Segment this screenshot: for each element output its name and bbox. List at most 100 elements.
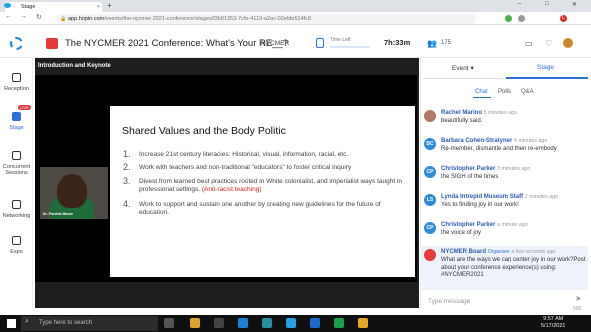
message-text: the voice of joy: [441, 230, 482, 236]
sidebar-item-expo[interactable]: Expo: [0, 236, 33, 255]
sessions-icon: [12, 151, 21, 160]
organiser-badge: Organiser: [487, 249, 510, 255]
search-icon: ⌕: [25, 318, 29, 325]
hopin-favicon-icon: [4, 3, 11, 8]
clock-time: 9:57 AM: [543, 316, 564, 322]
sidebar-item-stage[interactable]: Stage: [0, 112, 33, 131]
mail-icon[interactable]: [214, 318, 224, 328]
tab-event[interactable]: Event ▾: [452, 64, 474, 72]
tab-polls[interactable]: Polls: [498, 89, 511, 95]
slide-point-number: 4.: [123, 199, 131, 209]
stage-name: NYCMER: [261, 40, 290, 47]
message-header: Barbara Cohen-Stratyner 4 minutes ago: [441, 138, 547, 144]
message-text: Yes to finding joy in our work!: [441, 202, 519, 208]
message-author[interactable]: NYCMER Board: [441, 249, 486, 255]
message-author[interactable]: Barbara Cohen-Stratyner: [441, 138, 512, 144]
active-tab-indicator: [506, 77, 588, 79]
url-field[interactable]: app.hopin.com/events/the-nycmer-2021-con…: [56, 14, 476, 24]
user-avatar[interactable]: [563, 38, 573, 48]
task-view-icon[interactable]: [164, 318, 174, 328]
teams-icon[interactable]: [238, 318, 248, 328]
slide-point: Work with teachers and non-traditional "…: [139, 164, 352, 171]
tab-chat[interactable]: Chat: [475, 89, 488, 95]
sidebar-item-reception[interactable]: Reception: [0, 73, 33, 92]
home-icon: [12, 73, 21, 82]
sidebar-item-label: Expo: [10, 249, 23, 255]
speaker-name: Dr. Porchia Moore: [43, 212, 73, 216]
slide-title: Shared Values and the Body Politic: [122, 125, 286, 137]
maximize-icon[interactable]: □: [545, 1, 549, 7]
excel-icon[interactable]: [334, 318, 344, 328]
avatar: BC: [424, 138, 436, 150]
extensions-menu-icon[interactable]: [518, 15, 525, 22]
message-text: the SIGH of the times: [441, 174, 499, 180]
close-window-icon[interactable]: ✕: [572, 1, 577, 8]
tab-stage[interactable]: Stage: [537, 64, 554, 71]
tab-qa[interactable]: Q&A: [521, 89, 534, 95]
tab-divider: [423, 78, 503, 79]
live-badge: LIVE: [18, 105, 31, 110]
extension-icon[interactable]: [505, 15, 512, 22]
word-icon[interactable]: [310, 318, 320, 328]
store-icon[interactable]: [286, 318, 296, 328]
avatar: [424, 249, 436, 261]
sidebar-item-label: Concurrent Sessions: [2, 164, 31, 176]
sidebar-item-label: Networking: [2, 213, 31, 219]
message-text: What are the ways we can center joy in o…: [441, 257, 586, 278]
slide-point-text: Divest from learned best practices roote…: [139, 178, 403, 193]
hourglass-icon: [316, 38, 324, 48]
sidebar-item-networking[interactable]: Networking: [0, 200, 33, 219]
message-author[interactable]: Lynda Intrepid Museum Staff: [441, 194, 523, 200]
slide-point-number: 1.: [123, 149, 131, 159]
clock[interactable]: 9:57 AM 5/17/2021: [541, 316, 565, 330]
chat-icon[interactable]: ▭: [525, 39, 533, 48]
avatar: LS: [424, 194, 436, 206]
heart-icon[interactable]: ♡: [545, 39, 552, 48]
chevron-down-icon: ▾: [470, 65, 474, 72]
message-text: Re-member, dismantle and then re-embody: [441, 146, 557, 152]
message-time: 2 minutes ago: [524, 194, 559, 200]
reload-icon[interactable]: ↻: [36, 13, 42, 21]
minimize-icon[interactable]: –: [518, 1, 521, 7]
expo-icon: [12, 236, 21, 245]
forward-icon[interactable]: →: [20, 13, 27, 20]
browser-tab[interactable]: Stage ×: [5, 2, 102, 12]
edge-icon[interactable]: [262, 318, 272, 328]
message-author[interactable]: Christopher Parker: [441, 166, 495, 172]
sidebar: [0, 58, 33, 308]
chrome-icon[interactable]: [358, 318, 368, 328]
avatar: [424, 110, 436, 122]
file-explorer-icon[interactable]: [190, 318, 200, 328]
speaker-face: [57, 174, 87, 208]
slide-point-number: 2.: [123, 162, 131, 172]
networking-icon: [12, 200, 21, 209]
people-icon[interactable]: 👥: [427, 39, 437, 48]
time-left-label: Time Left: [330, 37, 351, 43]
message-time: 3 minutes ago: [497, 166, 531, 172]
sidebar-item-concurrent-sessions[interactable]: Concurrent Sessions: [0, 151, 33, 176]
send-icon[interactable]: ➤: [575, 294, 582, 303]
chat-input[interactable]: Type message: [428, 298, 470, 305]
tab-title: Stage: [21, 4, 36, 10]
message-header: Christopher Parker 3 minutes ago: [441, 166, 530, 172]
message-header: Lynda Intrepid Museum Staff 2 minutes ag…: [441, 194, 558, 200]
message-author[interactable]: Christopher Parker: [441, 222, 495, 228]
slide-point: Work to support and sustain one another …: [139, 201, 381, 216]
slide-point: Increase 21st century literacies: Histor…: [139, 151, 349, 158]
taskbar-search[interactable]: Type here to search: [21, 316, 158, 331]
hopin-logo-icon[interactable]: [10, 37, 23, 50]
tab-close-icon[interactable]: ×: [97, 2, 100, 12]
people-count: 175: [441, 40, 452, 46]
clock-date: 5/17/2021: [541, 323, 566, 329]
back-icon[interactable]: ←: [5, 13, 12, 20]
new-tab-icon[interactable]: +: [107, 1, 112, 10]
message-time: a few seconds ago: [511, 249, 556, 255]
stage-icon: [12, 112, 21, 121]
message-author[interactable]: Rachel Marino: [441, 110, 482, 116]
message-time: 4 minutes ago: [514, 138, 548, 144]
profile-avatar[interactable]: L: [560, 15, 567, 22]
windows-start-icon[interactable]: [7, 319, 16, 328]
event-title: The NYCMER 2021 Conference: What's Your …: [65, 38, 289, 49]
avatar: CP: [424, 166, 436, 178]
message-header: Rachel Marino 5 minutes ago: [441, 110, 517, 116]
